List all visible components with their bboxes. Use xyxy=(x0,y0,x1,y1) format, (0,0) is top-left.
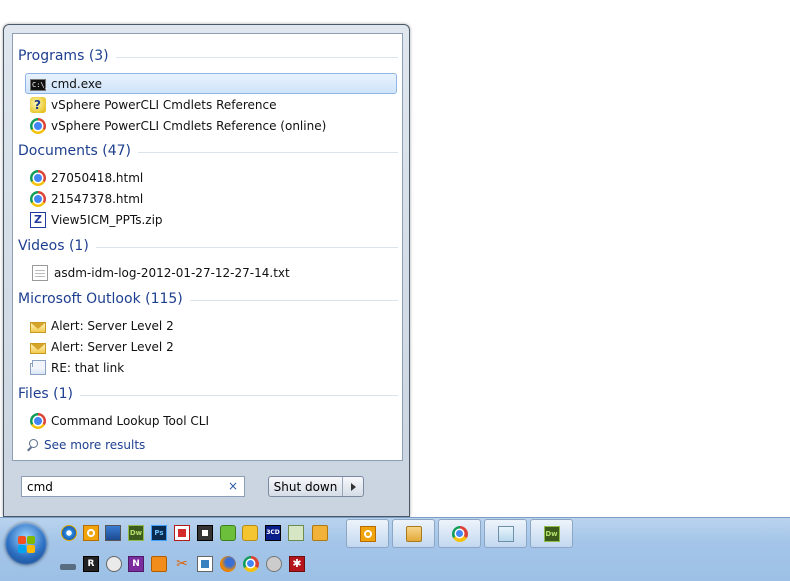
windows-logo-icon xyxy=(18,536,26,544)
chrome-icon xyxy=(30,117,46,134)
taskbar-button-notepad[interactable] xyxy=(484,519,527,548)
taskbar: Dw Ps 3CD R N ✂ ✱ Dw xyxy=(0,517,790,581)
internet-explorer-icon[interactable] xyxy=(61,525,77,541)
pdf-icon[interactable] xyxy=(174,525,190,541)
taskbar-button-explorer[interactable] xyxy=(392,519,435,548)
yellow-app-icon[interactable] xyxy=(242,525,258,541)
outlook-icon xyxy=(359,525,376,542)
explorer-folder-icon xyxy=(405,525,422,542)
divider xyxy=(95,246,398,248)
result-item-powercli-reference-online[interactable]: vSphere PowerCLI Cmdlets Reference (onli… xyxy=(25,115,397,136)
search-input[interactable] xyxy=(27,479,217,494)
zip-icon: Z xyxy=(30,211,46,228)
taskbar-button-dreamweaver[interactable]: Dw xyxy=(530,519,573,548)
help-file-icon: ? xyxy=(30,96,46,113)
text-file-icon xyxy=(32,264,48,281)
divider xyxy=(115,56,398,58)
search-box[interactable]: × xyxy=(21,476,245,497)
firefox-icon[interactable] xyxy=(220,556,236,572)
result-item-re-that-link[interactable]: RE: that link xyxy=(25,357,397,378)
shutdown-button[interactable]: Shut down xyxy=(268,476,364,497)
divider xyxy=(80,394,398,396)
group-title: Documents (47) xyxy=(18,143,132,159)
result-item-alert-2[interactable]: Alert: Server Level 2 xyxy=(25,336,397,357)
onenote-icon[interactable]: N xyxy=(128,556,144,572)
search-results-pane: Programs (3) C:\_ cmd.exe ? vSphere Powe… xyxy=(12,33,403,461)
gear-icon[interactable] xyxy=(106,556,122,572)
group-title: Microsoft Outlook (115) xyxy=(18,291,183,307)
start-menu: Programs (3) C:\_ cmd.exe ? vSphere Powe… xyxy=(3,24,410,517)
result-label: RE: that link xyxy=(51,360,125,375)
windows-logo-quad xyxy=(27,536,35,544)
scissors-icon[interactable]: ✂ xyxy=(174,556,190,572)
orange-app-icon[interactable] xyxy=(151,556,167,572)
mail-open-icon xyxy=(30,363,46,375)
dreamweaver-icon: Dw xyxy=(543,525,560,542)
result-label: Command Lookup Tool CLI xyxy=(51,413,209,428)
group-header-programs[interactable]: Programs (3) xyxy=(18,47,398,65)
chrome-icon xyxy=(30,169,46,186)
divider xyxy=(138,151,398,153)
chrome-icon xyxy=(451,525,468,542)
taskbar-button-chrome[interactable] xyxy=(438,519,481,548)
result-label: 21547378.html xyxy=(51,191,144,206)
group-title: Files (1) xyxy=(18,386,74,402)
green-app-icon[interactable] xyxy=(220,525,236,541)
result-label: 27050418.html xyxy=(51,170,144,185)
group-header-documents[interactable]: Documents (47) xyxy=(18,142,398,160)
windows-logo-quad xyxy=(18,545,26,553)
mail-icon xyxy=(30,342,46,354)
taskbar-button-outlook[interactable] xyxy=(346,519,389,548)
chrome-icon xyxy=(30,412,46,429)
folder-icon[interactable] xyxy=(312,525,328,541)
result-item-powercli-reference[interactable]: ? vSphere PowerCLI Cmdlets Reference xyxy=(25,94,397,115)
group-title: Videos (1) xyxy=(18,238,89,254)
result-label: Alert: Server Level 2 xyxy=(51,318,174,333)
dreamweaver-icon[interactable]: Dw xyxy=(128,525,144,541)
result-item-27050418[interactable]: 27050418.html xyxy=(25,167,397,188)
notepad-icon xyxy=(497,525,514,542)
result-label: View5ICM_PPTs.zip xyxy=(51,212,163,227)
outlook-icon[interactable] xyxy=(83,525,99,541)
result-item-alert-1[interactable]: Alert: Server Level 2 xyxy=(25,315,397,336)
result-label: asdm-idm-log-2012-01-27-12-27-14.txt xyxy=(54,265,290,280)
search-icon xyxy=(26,438,39,452)
pen-icon[interactable] xyxy=(288,525,304,541)
shutdown-label[interactable]: Shut down xyxy=(269,477,342,496)
chrome-icon[interactable] xyxy=(243,556,259,572)
windows-logo-quad xyxy=(27,545,35,553)
result-label: vSphere PowerCLI Cmdlets Reference xyxy=(51,97,277,112)
cmd-icon: C:\_ xyxy=(30,78,49,91)
shutdown-options-arrow-icon[interactable] xyxy=(342,477,363,496)
result-item-asdm-log[interactable]: asdm-idm-log-2012-01-27-12-27-14.txt xyxy=(25,262,397,283)
see-more-results-link[interactable]: See more results xyxy=(26,438,145,452)
result-item-cmd[interactable]: C:\_ cmd.exe xyxy=(25,73,397,94)
app-icon[interactable] xyxy=(197,525,213,541)
clear-search-icon[interactable]: × xyxy=(228,479,238,493)
group-title: Programs (3) xyxy=(18,48,109,64)
result-item-21547378[interactable]: 21547378.html xyxy=(25,188,397,209)
r-app-icon[interactable]: R xyxy=(83,556,99,572)
drive-icon[interactable] xyxy=(60,564,76,570)
3cd-icon[interactable]: 3CD xyxy=(265,525,281,541)
photoshop-icon[interactable]: Ps xyxy=(151,525,167,541)
result-label: Alert: Server Level 2 xyxy=(51,339,174,354)
see-more-label: See more results xyxy=(44,438,146,452)
group-header-files[interactable]: Files (1) xyxy=(18,385,398,403)
result-item-command-lookup-tool[interactable]: Command Lookup Tool CLI xyxy=(25,410,397,431)
start-button[interactable] xyxy=(5,523,47,565)
monitor-icon[interactable] xyxy=(105,525,121,541)
vm-icon[interactable] xyxy=(197,556,213,572)
result-label: cmd.exe xyxy=(51,76,103,91)
red-star-icon[interactable]: ✱ xyxy=(289,556,305,572)
chrome-icon xyxy=(30,190,46,207)
mail-icon xyxy=(30,321,46,333)
divider xyxy=(189,299,398,301)
result-label: vSphere PowerCLI Cmdlets Reference (onli… xyxy=(51,118,327,133)
group-header-videos[interactable]: Videos (1) xyxy=(18,237,398,255)
group-header-outlook[interactable]: Microsoft Outlook (115) xyxy=(18,290,398,308)
result-item-view5icm-zip[interactable]: Z View5ICM_PPTs.zip xyxy=(25,209,397,230)
network-icon[interactable] xyxy=(266,556,282,572)
